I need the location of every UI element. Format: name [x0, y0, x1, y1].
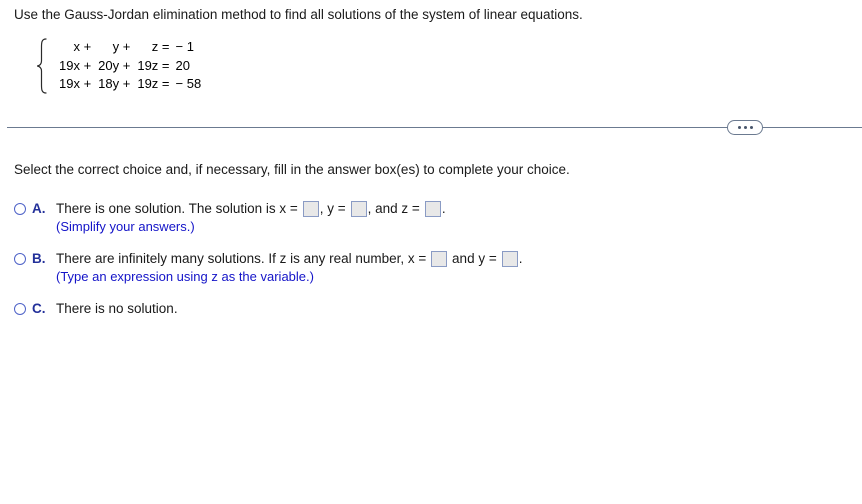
equation-term-y: y + [112, 39, 131, 55]
equation-term-y: 18y + [98, 76, 131, 92]
equation-term-z: 19z = [137, 57, 170, 73]
choice-b-letter: B. [32, 251, 46, 266]
radio-choice-a[interactable] [14, 203, 26, 215]
choice-a-hint: (Simplify your answers.) [56, 219, 195, 234]
page-title: Use the Gauss-Jordan elimination method … [14, 7, 583, 22]
equation-row: 19x + 20y + 19z = 20 [52, 57, 201, 76]
choice-c-letter: C. [32, 301, 46, 316]
equation-term-x: 19x + [59, 76, 92, 92]
choice-c: C. There is no solution. [14, 300, 834, 318]
equation-system: x + y + z = − 1 19x + 20y + 19z = 20 19x… [34, 38, 201, 94]
choice-b-segment-1: There are infinitely many solutions. If … [56, 251, 427, 266]
choice-b-segment-3: . [518, 251, 523, 266]
radio-choice-b[interactable] [14, 253, 26, 265]
left-curly-brace-icon [34, 38, 50, 94]
equation-term-y: 20y + [98, 57, 131, 73]
choice-a-segment-3: , and z = [367, 201, 420, 216]
equation-term-z: 19z = [137, 76, 170, 92]
instruction-text: Select the correct choice and, if necess… [14, 162, 570, 177]
answer-box-x[interactable] [302, 201, 319, 217]
choice-a-text: There is one solution. The solution is x… [56, 200, 834, 218]
equation-term-x: 19x + [59, 57, 92, 73]
choice-a-letter: A. [32, 201, 46, 216]
answer-box-y[interactable] [350, 201, 367, 217]
equation-row: x + y + z = − 1 [52, 38, 201, 57]
answer-box-y-expr[interactable] [501, 251, 518, 267]
choice-c-segment-1: There is no solution. [56, 301, 178, 316]
choice-a-segment-4: . [441, 201, 446, 216]
choice-b: B. There are infinitely many solutions. … [14, 250, 834, 286]
dot-icon [743, 126, 747, 129]
more-options-button[interactable] [727, 120, 763, 135]
choice-a: A. There is one solution. The solution i… [14, 200, 834, 236]
dot-icon [737, 126, 741, 129]
choice-a-segment-2: , y = [319, 201, 346, 216]
choice-list: A. There is one solution. The solution i… [14, 200, 834, 328]
choice-a-segment-1: There is one solution. The solution is x… [56, 201, 298, 216]
answer-box-z[interactable] [424, 201, 441, 217]
equation-rhs: − 58 [175, 76, 202, 92]
radio-choice-c[interactable] [14, 303, 26, 315]
equation-rhs: − 1 [175, 39, 194, 55]
equation-term-z: z = [151, 39, 170, 55]
equation-table: x + y + z = − 1 19x + 20y + 19z = 20 19x… [52, 38, 201, 94]
equation-term-x: x + [73, 39, 92, 55]
choice-c-text: There is no solution. [56, 300, 834, 318]
choice-b-text: There are infinitely many solutions. If … [56, 250, 834, 268]
choice-b-segment-2: and y = [448, 251, 497, 266]
equation-rhs: 20 [175, 57, 190, 73]
equation-row: 19x + 18y + 19z = − 58 [52, 75, 201, 94]
choice-b-hint: (Type an expression using z as the varia… [56, 269, 314, 284]
dot-icon [749, 126, 753, 129]
answer-box-x-expr[interactable] [431, 251, 448, 267]
